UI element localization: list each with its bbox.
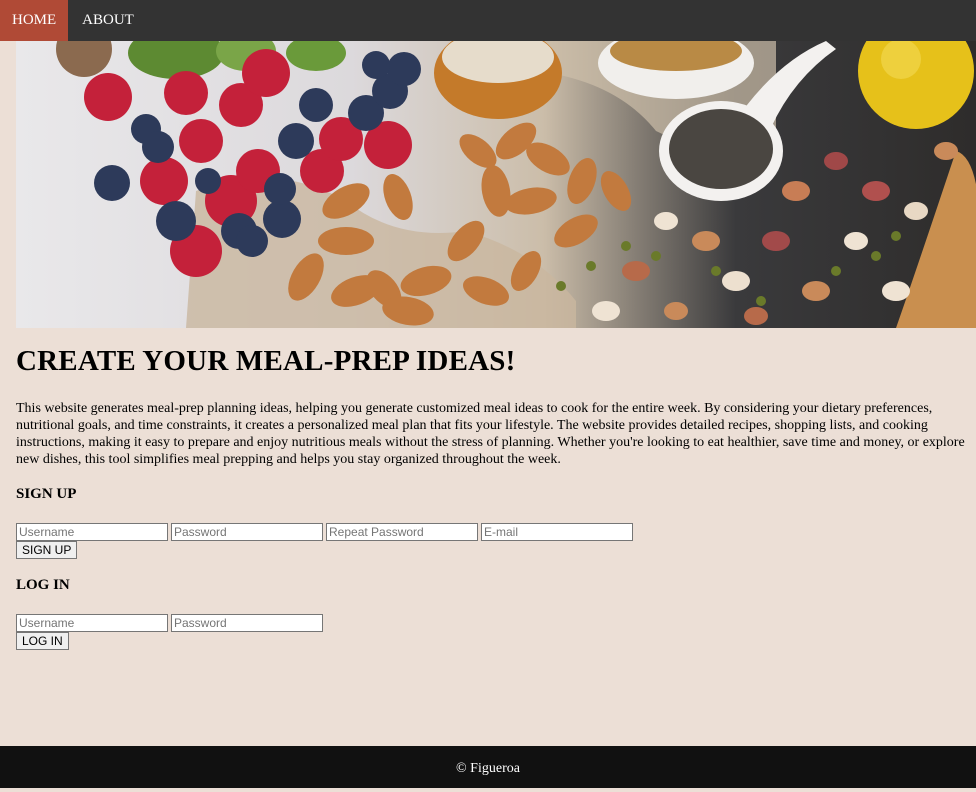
hero-image xyxy=(16,41,976,328)
page-title: CREATE YOUR MEAL-PREP IDEAS! xyxy=(16,345,516,377)
top-nav: HOME ABOUT xyxy=(0,0,976,41)
login-password-input[interactable] xyxy=(171,614,323,632)
nav-home-link[interactable]: HOME xyxy=(0,0,69,41)
signup-repeat-password-input[interactable] xyxy=(326,523,478,541)
footer-copyright: © Figueroa xyxy=(456,761,520,776)
footer: © Figueroa xyxy=(0,746,976,788)
signup-button[interactable]: SIGN UP xyxy=(16,541,78,559)
nav-about-link[interactable]: ABOUT xyxy=(68,0,148,41)
signup-form xyxy=(16,523,633,541)
login-form xyxy=(16,614,323,632)
signup-email-input[interactable] xyxy=(481,523,633,541)
login-heading: LOG IN xyxy=(16,577,70,593)
page-description: This website generates meal-prep plannin… xyxy=(16,401,965,467)
signup-username-input[interactable] xyxy=(16,523,168,541)
login-username-input[interactable] xyxy=(16,614,168,632)
signup-heading: SIGN UP xyxy=(16,486,77,502)
signup-password-input[interactable] xyxy=(171,523,323,541)
login-button[interactable]: LOG IN xyxy=(16,632,69,650)
